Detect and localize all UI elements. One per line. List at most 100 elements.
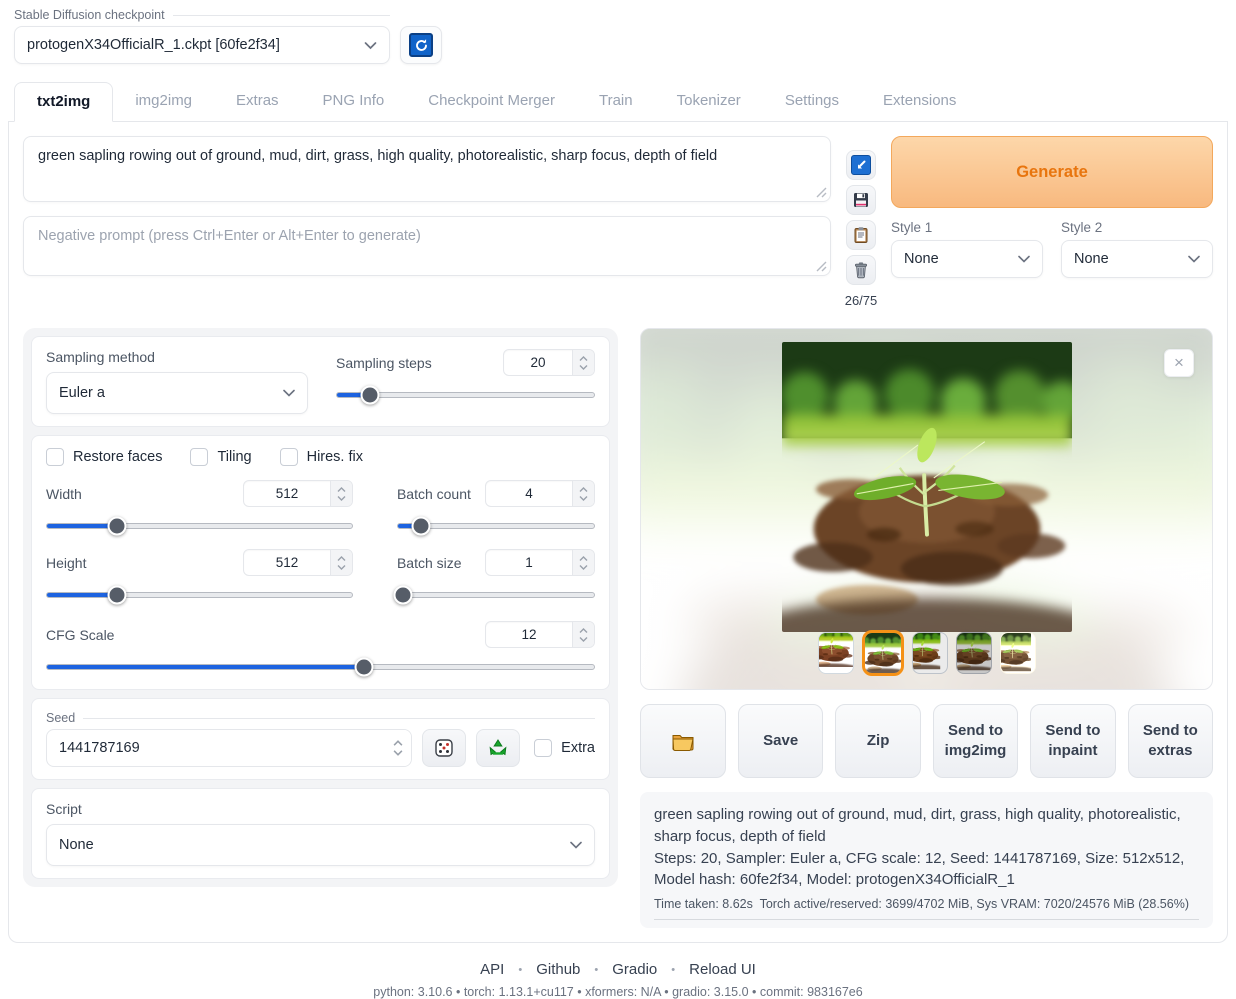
clear-prompt-button[interactable] <box>846 255 876 285</box>
tab-settings[interactable]: Settings <box>763 82 861 122</box>
spinner-arrows[interactable] <box>330 481 352 506</box>
sampling-steps-value: 20 <box>504 350 572 375</box>
prompt-input[interactable]: green sapling rowing out of ground, mud,… <box>23 136 831 202</box>
save-button[interactable]: Save <box>738 704 823 778</box>
tab-png-info[interactable]: PNG Info <box>301 82 407 122</box>
close-gallery-button[interactable]: × <box>1164 349 1194 377</box>
thumbnail-4[interactable] <box>956 632 992 674</box>
thumbnail-5[interactable] <box>1000 632 1036 674</box>
checkpoint-dropdown[interactable]: protogenX34OfficialR_1.ckpt [60fe2f34] <box>14 26 390 64</box>
spinner-arrows[interactable] <box>330 550 352 575</box>
send-to-inpaint-button[interactable]: Send to inpaint <box>1030 704 1115 778</box>
cfg-scale-input[interactable]: 12 <box>485 621 595 648</box>
tab-checkpoint-merger[interactable]: Checkpoint Merger <box>406 82 577 122</box>
height-slider[interactable] <box>46 585 353 605</box>
style2-dropdown[interactable]: None <box>1061 240 1213 278</box>
batch-count-input[interactable]: 4 <box>485 480 595 507</box>
spinner-arrows[interactable] <box>572 622 594 647</box>
batch-count-slider[interactable] <box>397 516 595 536</box>
thumbnail-2-selected[interactable] <box>862 630 904 676</box>
footer-link-api[interactable]: API <box>480 961 504 978</box>
dot-separator: • <box>671 964 675 976</box>
paste-parameters-button[interactable] <box>846 150 876 180</box>
slider-thumb[interactable] <box>107 517 126 536</box>
refresh-icon <box>409 33 433 57</box>
height-input[interactable]: 512 <box>243 549 353 576</box>
generated-image[interactable] <box>782 342 1072 632</box>
checkbox-box[interactable] <box>46 448 64 466</box>
tab-txt2img[interactable]: txt2img <box>14 82 113 122</box>
slider-thumb[interactable] <box>411 517 430 536</box>
open-folder-button[interactable] <box>640 704 726 778</box>
thumbnail-3[interactable] <box>912 632 948 674</box>
dice-icon <box>433 737 455 759</box>
width-input[interactable]: 512 <box>243 480 353 507</box>
clipboard-icon <box>852 226 870 244</box>
tab-train[interactable]: Train <box>577 82 655 122</box>
sampling-steps-label: Sampling steps <box>336 355 432 371</box>
style1-label: Style 1 <box>891 220 1043 235</box>
batch-count-label: Batch count <box>397 486 471 502</box>
chevron-down-icon <box>570 841 582 849</box>
apply-style-button[interactable] <box>846 220 876 250</box>
hires-fix-checkbox[interactable]: Hires. fix <box>280 448 363 466</box>
send-to-extras-button[interactable]: Send to extras <box>1128 704 1213 778</box>
result-gallery: × <box>640 328 1213 690</box>
footer-link-github[interactable]: Github <box>536 961 580 978</box>
tab-img2img[interactable]: img2img <box>113 82 214 122</box>
send-extras-label: Send to extras <box>1137 721 1204 762</box>
thumbnail-1[interactable] <box>818 632 854 674</box>
resize-handle-icon[interactable] <box>816 261 827 272</box>
zip-button[interactable]: Zip <box>835 704 920 778</box>
tab-tokenizer[interactable]: Tokenizer <box>655 82 763 122</box>
slider-thumb[interactable] <box>107 586 126 605</box>
reuse-seed-button[interactable] <box>476 729 520 767</box>
generation-info-panel: green sapling rowing out of ground, mud,… <box>640 792 1213 928</box>
footer-link-reload-ui[interactable]: Reload UI <box>689 961 756 978</box>
negative-prompt-input[interactable]: Negative prompt (press Ctrl+Enter or Alt… <box>23 216 831 276</box>
refresh-checkpoint-button[interactable] <box>400 26 442 64</box>
tab-extras[interactable]: Extras <box>214 82 301 122</box>
slider-thumb[interactable] <box>355 658 374 677</box>
chevron-down-icon <box>1188 255 1200 263</box>
close-icon: × <box>1174 353 1184 373</box>
cfg-scale-slider[interactable] <box>46 657 595 677</box>
checkbox-box[interactable] <box>534 739 552 757</box>
send-img2img-label: Send to img2img <box>942 721 1009 762</box>
hires-fix-label: Hires. fix <box>307 449 363 465</box>
batch-size-slider[interactable] <box>397 585 595 605</box>
spinner-arrows[interactable] <box>572 481 594 506</box>
style1-dropdown[interactable]: None <box>891 240 1043 278</box>
width-slider[interactable] <box>46 516 353 536</box>
sampling-steps-slider[interactable] <box>336 385 595 405</box>
sampling-steps-input[interactable]: 20 <box>503 349 595 376</box>
sampling-method-label: Sampling method <box>46 349 308 365</box>
seed-input[interactable]: 1441787169 <box>46 729 412 767</box>
slider-thumb[interactable] <box>360 386 379 405</box>
save-style-button[interactable] <box>846 185 876 215</box>
sampling-method-dropdown[interactable]: Euler a <box>46 372 308 414</box>
footer-link-gradio[interactable]: Gradio <box>612 961 657 978</box>
restore-faces-checkbox[interactable]: Restore faces <box>46 448 162 466</box>
checkbox-box[interactable] <box>280 448 298 466</box>
script-label: Script <box>46 801 595 817</box>
checkbox-box[interactable] <box>190 448 208 466</box>
tiling-checkbox[interactable]: Tiling <box>190 448 251 466</box>
batch-size-input[interactable]: 1 <box>485 549 595 576</box>
spinner-arrows[interactable] <box>572 350 594 375</box>
prompt-text: green sapling rowing out of ground, mud,… <box>38 148 717 164</box>
resize-handle-icon[interactable] <box>816 187 827 198</box>
generate-button[interactable]: Generate <box>891 136 1213 208</box>
send-to-img2img-button[interactable]: Send to img2img <box>933 704 1018 778</box>
tab-extensions[interactable]: Extensions <box>861 82 978 122</box>
random-seed-button[interactable] <box>422 729 466 767</box>
extra-seed-checkbox[interactable]: Extra <box>534 739 595 757</box>
script-dropdown[interactable]: None <box>46 824 595 866</box>
spinner-arrows[interactable] <box>385 730 411 766</box>
width-label: Width <box>46 486 82 502</box>
slider-thumb[interactable] <box>393 586 412 605</box>
spinner-arrows[interactable] <box>572 550 594 575</box>
height-label: Height <box>46 555 86 571</box>
cfg-scale-value: 12 <box>486 622 572 647</box>
info-parameters: Steps: 20, Sampler: Euler a, CFG scale: … <box>654 848 1199 892</box>
